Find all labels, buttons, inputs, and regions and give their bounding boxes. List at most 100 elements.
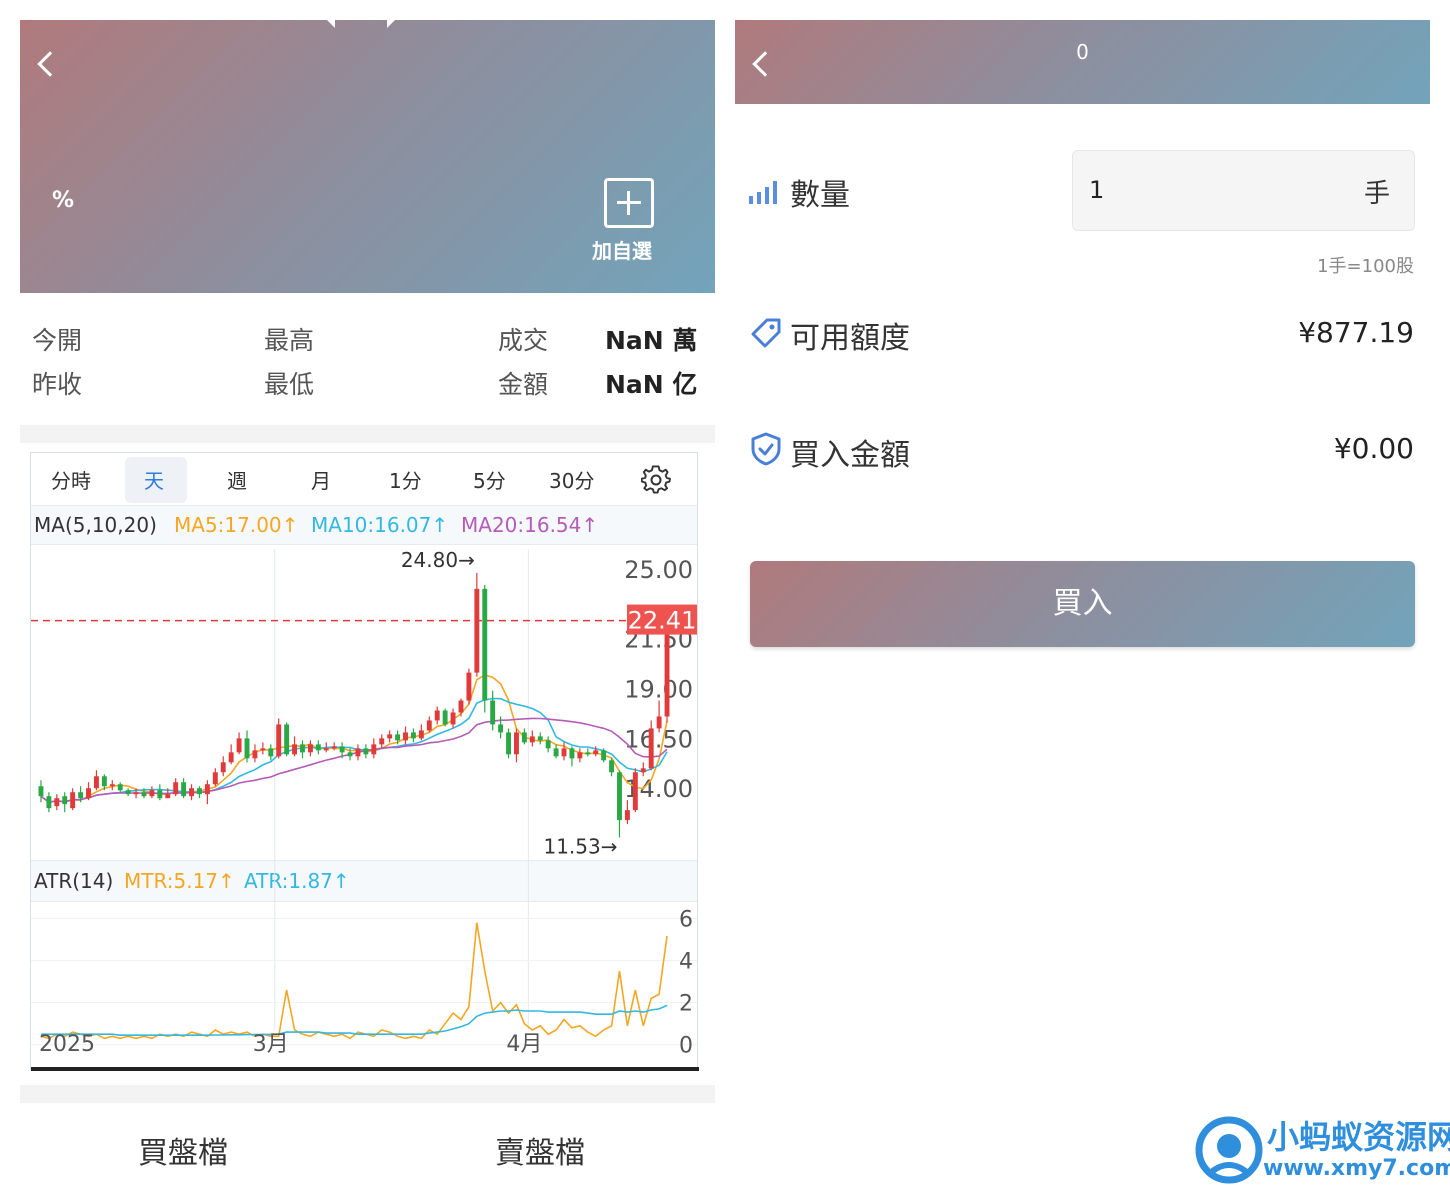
atr-line bbox=[41, 1004, 668, 1037]
price-axis-tick: 25.00 bbox=[624, 556, 693, 584]
candle-body bbox=[482, 588, 488, 701]
tab-buy-book[interactable]: 買盤檔 bbox=[138, 1128, 228, 1172]
candle-body bbox=[93, 776, 99, 789]
back-icon[interactable] bbox=[37, 51, 63, 77]
watermark: 小蚂蚁资源网 www.xmy7.com bbox=[1195, 1112, 1450, 1192]
candle-body bbox=[173, 782, 179, 795]
candle-body bbox=[181, 782, 187, 797]
candle-body bbox=[109, 784, 115, 787]
candle-body bbox=[165, 794, 171, 799]
candle-body bbox=[300, 744, 305, 753]
atr-axis-tick: 2 bbox=[679, 992, 693, 1017]
candle-body bbox=[189, 788, 194, 797]
candle-body bbox=[601, 750, 607, 761]
candle-body bbox=[609, 760, 615, 773]
candle-body bbox=[490, 700, 496, 725]
candle-body bbox=[244, 738, 250, 759]
next-stock-icon[interactable] bbox=[387, 18, 397, 28]
volume-label: 成交 bbox=[498, 326, 549, 355]
candle-body bbox=[387, 734, 393, 739]
candle-body bbox=[434, 710, 440, 721]
prev-stock-icon[interactable] bbox=[325, 18, 335, 28]
buy-order-panel: 0 數量 1 手 1手=100股 可用額度 ¥877.19 買入金額 ¥0.00… bbox=[735, 20, 1430, 1200]
min-price-annotation: 11.53→ bbox=[543, 834, 617, 858]
candle-body bbox=[149, 790, 155, 797]
candle-body bbox=[62, 796, 68, 805]
add-favorite-button[interactable]: 加自選 bbox=[592, 235, 652, 264]
candle-body bbox=[260, 748, 266, 751]
candle-body bbox=[323, 748, 329, 751]
watermark-name: 小蚂蚁资源网 bbox=[1267, 1118, 1450, 1156]
candle-body bbox=[133, 792, 139, 795]
candle-body bbox=[236, 738, 242, 753]
candle-body bbox=[537, 736, 543, 741]
mtr-line bbox=[40, 922, 668, 1040]
candle-body bbox=[617, 772, 622, 821]
change-percent: % bbox=[52, 188, 75, 213]
candle-body bbox=[553, 748, 559, 757]
date-axis-label: 4月 bbox=[506, 1032, 542, 1057]
lot-size-note: 1手=100股 bbox=[1317, 256, 1414, 277]
add-favorite-icon[interactable] bbox=[604, 178, 654, 228]
candle-body bbox=[569, 748, 575, 759]
candle-body bbox=[339, 746, 345, 753]
quantity-unit: 手 bbox=[1363, 179, 1390, 209]
candle-body bbox=[561, 748, 567, 757]
volume-value: NaN 萬 bbox=[605, 326, 698, 355]
candle-body bbox=[212, 772, 218, 785]
candle-body bbox=[450, 712, 456, 725]
tab-sell-book[interactable]: 賣盤檔 bbox=[495, 1128, 585, 1172]
open-label: 今開 bbox=[32, 326, 83, 355]
candle-body bbox=[355, 748, 361, 757]
candle-body bbox=[521, 732, 527, 743]
atr-axis-tick: 0 bbox=[679, 1034, 693, 1059]
available-value: ¥877.19 bbox=[1298, 316, 1414, 349]
candle-body bbox=[125, 790, 131, 795]
buy-amount-label: 買入金額 bbox=[790, 438, 910, 473]
candle-body bbox=[410, 732, 416, 739]
amount-value: NaN 亿 bbox=[605, 370, 698, 399]
shield-check-icon bbox=[751, 432, 781, 466]
candle-body bbox=[268, 748, 274, 757]
candle-body bbox=[656, 716, 662, 729]
signal-bars-icon bbox=[749, 181, 777, 204]
quantity-label: 數量 bbox=[790, 178, 850, 213]
candle-body bbox=[403, 732, 408, 741]
candle-body bbox=[101, 776, 107, 787]
atr-axis-tick: 4 bbox=[679, 950, 693, 975]
candle-body bbox=[585, 752, 591, 755]
available-label: 可用額度 bbox=[790, 321, 910, 356]
kline-chart[interactable]: 分時 天 週 月 1分 5分 30分 MA(5,10,20) MA5:17.00… bbox=[30, 452, 699, 1071]
watermark-url: www.xmy7.com bbox=[1263, 1156, 1450, 1181]
candle-body bbox=[632, 772, 638, 811]
candle-body bbox=[624, 810, 630, 821]
candle-body bbox=[593, 750, 599, 755]
candle-body bbox=[157, 790, 163, 799]
candle-body bbox=[228, 752, 234, 763]
price-axis-tick: 19.00 bbox=[624, 676, 693, 704]
candle-body bbox=[38, 786, 44, 797]
section-divider-2 bbox=[20, 1085, 715, 1103]
ma5-line bbox=[40, 674, 668, 804]
candle-body bbox=[577, 752, 583, 759]
candle-body bbox=[640, 768, 646, 773]
section-divider bbox=[20, 425, 715, 443]
date-axis-label: 3月 bbox=[253, 1032, 289, 1057]
quantity-input[interactable]: 1 手 bbox=[1072, 150, 1415, 231]
current-price-label: 22.41 bbox=[628, 607, 697, 635]
candle-body bbox=[506, 732, 511, 755]
candle-body bbox=[204, 784, 210, 795]
candle-body bbox=[86, 788, 91, 799]
chart-canvas: 25.0021.5019.0016.5014.0022.4124.80→11.5… bbox=[31, 548, 697, 1059]
candle-body bbox=[418, 730, 424, 739]
prev-close-label: 昨收 bbox=[32, 370, 83, 399]
candle-body bbox=[70, 792, 76, 809]
candle-body bbox=[54, 798, 60, 807]
candle-body bbox=[664, 620, 670, 717]
candle-body bbox=[498, 724, 504, 733]
candle-body bbox=[514, 732, 519, 755]
buy-button[interactable]: 買入 bbox=[750, 561, 1415, 647]
page-title: 0 bbox=[1076, 40, 1089, 64]
candle-body bbox=[545, 740, 551, 749]
low-label: 最低 bbox=[264, 370, 315, 399]
